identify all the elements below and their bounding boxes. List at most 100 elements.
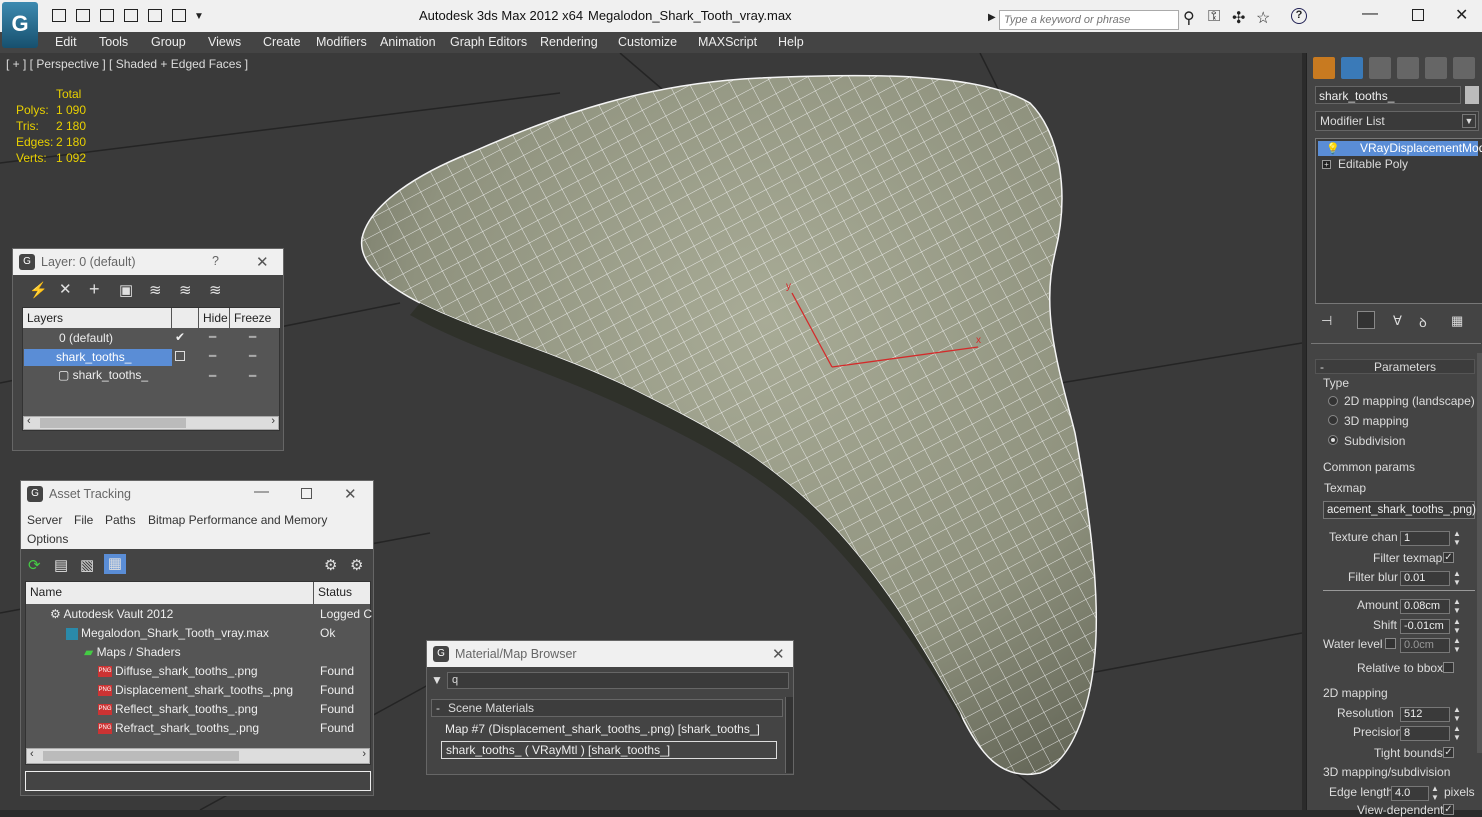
expand-plus-icon[interactable]: + xyxy=(1322,160,1331,169)
binoculars-icon[interactable]: ⚲ xyxy=(1183,8,1195,28)
scene-materials-group[interactable]: - Scene Materials xyxy=(431,699,783,717)
create-layer-icon[interactable]: ⚡ xyxy=(29,281,48,299)
display-tab-icon[interactable] xyxy=(1425,57,1447,79)
vault-settings-icon[interactable]: ⚙ xyxy=(350,556,363,574)
add-to-layer-icon[interactable]: + xyxy=(89,279,100,300)
menu-tools[interactable]: Tools xyxy=(99,35,128,49)
fetch-icon[interactable] xyxy=(172,9,186,22)
configure-modifier-icon[interactable]: ▦ xyxy=(1451,313,1463,329)
show-end-result-icon[interactable] xyxy=(1357,311,1375,329)
create-tab-icon[interactable] xyxy=(1313,57,1335,79)
object-name-field[interactable]: shark_tooths_ xyxy=(1315,86,1461,104)
asset-menu-bitmap[interactable]: Bitmap Performance and Memory xyxy=(148,513,327,527)
asset-list[interactable]: Name Status ⚙ Autodesk Vault 2012 Logged… xyxy=(25,581,372,765)
amount-input[interactable]: 0.08cm xyxy=(1400,599,1450,614)
asset-row-displacement[interactable]: PNG Displacement_shark_tooths_.png xyxy=(98,683,293,697)
radio-subdivision[interactable] xyxy=(1328,435,1338,445)
water-level-input[interactable]: 0.0cm xyxy=(1400,638,1450,653)
shift-input[interactable]: -0.01cm xyxy=(1400,619,1450,634)
texture-chan-spinner[interactable]: ▲ ▼ xyxy=(1453,529,1461,547)
lightbulb-icon[interactable]: 💡 xyxy=(1326,142,1340,155)
water-level-spinner[interactable]: ▲ ▼ xyxy=(1453,636,1461,654)
amount-spinner[interactable]: ▲ ▼ xyxy=(1453,597,1461,615)
utilities-tab-icon[interactable] xyxy=(1453,57,1475,79)
hierarchy-tab-icon[interactable] xyxy=(1369,57,1391,79)
menu-help[interactable]: Help xyxy=(778,35,804,49)
column-name[interactable]: Name xyxy=(26,582,313,604)
close-icon[interactable]: ✕ xyxy=(1455,5,1468,25)
menu-group[interactable]: Group xyxy=(151,35,186,49)
relative-bbox-checkbox[interactable] xyxy=(1443,662,1454,673)
material-item-map7[interactable]: Map #7 (Displacement_shark_tooths_.png) … xyxy=(445,722,760,736)
object-row-shark-tooths[interactable]: ▢ shark_tooths_ xyxy=(58,368,148,382)
menu-animation[interactable]: Animation xyxy=(380,35,436,49)
precision-input[interactable]: 8 xyxy=(1400,726,1450,741)
material-search-input[interactable]: q xyxy=(447,672,789,689)
menu-graph-editors[interactable]: Graph Editors xyxy=(450,35,527,49)
texture-chan-input[interactable]: 1 xyxy=(1400,531,1450,546)
delete-layer-icon[interactable]: ✕ xyxy=(59,280,72,298)
filter-blur-spinner[interactable]: ▲ ▼ xyxy=(1453,569,1461,587)
asset-row-reflect[interactable]: PNG Reflect_shark_tooths_.png xyxy=(98,702,258,716)
menu-create[interactable]: Create xyxy=(263,35,301,49)
asset-path-field[interactable] xyxy=(25,771,371,791)
motion-tab-icon[interactable] xyxy=(1397,57,1419,79)
maximize-icon[interactable] xyxy=(1412,9,1424,21)
menu-maxscript[interactable]: MAXScript xyxy=(698,35,757,49)
asset-horizontal-scrollbar[interactable]: ‹ › xyxy=(26,748,370,764)
remove-modifier-icon[interactable]: ꝺ xyxy=(1419,313,1427,331)
shift-spinner[interactable]: ▲ ▼ xyxy=(1453,617,1461,635)
radio-3d-mapping[interactable] xyxy=(1328,415,1338,425)
browser-options-icon[interactable]: ▼ xyxy=(431,673,443,687)
menu-customize[interactable]: Customize xyxy=(618,35,677,49)
radio-2d-mapping[interactable] xyxy=(1328,396,1338,406)
asset-row-refract[interactable]: PNG Refract_shark_tooths_.png xyxy=(98,721,259,735)
modifier-stack[interactable]: VRayDisplacementMod 💡 Editable Poly + xyxy=(1315,138,1482,304)
asset-row-maps-shaders[interactable]: ▰ Maps / Shaders xyxy=(84,645,181,659)
asset-row-diffuse[interactable]: PNG Diffuse_shark_tooths_.png xyxy=(98,664,258,678)
stack-item-editable-poly[interactable]: Editable Poly xyxy=(1318,157,1478,172)
modify-tab-icon[interactable] xyxy=(1341,57,1363,79)
filter-texmap-checkbox[interactable]: ✓ xyxy=(1443,552,1454,563)
communication-icon[interactable]: ✣ xyxy=(1232,8,1245,28)
help-icon[interactable]: ? xyxy=(1291,8,1307,24)
pin-stack-icon[interactable]: ⊣ xyxy=(1321,313,1332,329)
menu-modifiers[interactable]: Modifiers xyxy=(316,35,367,49)
tight-bounds-checkbox[interactable]: ✓ xyxy=(1443,747,1454,758)
hold-icon[interactable] xyxy=(148,9,162,22)
asset-row-vault[interactable]: ⚙ Autodesk Vault 2012 xyxy=(50,607,173,621)
material-vertical-scrollbar[interactable] xyxy=(785,697,793,773)
quickaccess-dropdown-icon[interactable]: ▼ xyxy=(194,11,204,22)
redo-icon[interactable] xyxy=(124,9,138,22)
list-view-icon[interactable]: ▤ xyxy=(54,556,68,574)
search-input[interactable] xyxy=(999,10,1179,30)
minimize-icon[interactable]: — xyxy=(1362,5,1378,23)
asset-menu-options[interactable]: Options xyxy=(27,532,68,546)
menu-views[interactable]: Views xyxy=(208,35,241,49)
precision-spinner[interactable]: ▲ ▼ xyxy=(1453,724,1461,742)
refresh-icon[interactable]: ⟳ xyxy=(28,556,41,574)
highlight-layer-icon[interactable]: ≋ xyxy=(149,281,162,299)
resolution-spinner[interactable]: ▲ ▼ xyxy=(1453,705,1461,723)
column-freeze[interactable]: Freeze xyxy=(230,308,280,328)
layer-row-shark-tooths[interactable]: shark_tooths_ xyxy=(24,349,172,366)
texmap-button[interactable]: acement_shark_tooths_.png) xyxy=(1323,501,1476,519)
asset-menu-file[interactable]: File xyxy=(74,513,93,527)
freeze-all-icon[interactable]: ≋ xyxy=(209,281,222,299)
viewport-label[interactable]: [ + ] [ Perspective ] [ Shaded + Edged F… xyxy=(6,57,248,71)
minimize-icon[interactable]: — xyxy=(254,483,269,500)
water-level-checkbox[interactable] xyxy=(1385,638,1396,649)
hide-all-icon[interactable]: ≋ xyxy=(179,281,192,299)
expand-search-icon[interactable]: ▶ xyxy=(988,12,996,23)
layer-horizontal-scrollbar[interactable]: ‹ › xyxy=(23,415,279,430)
chevron-down-icon[interactable]: ▼ xyxy=(1462,114,1476,128)
material-item-shark-tooths[interactable]: shark_tooths_ ( VRayMtl ) [shark_tooths_… xyxy=(441,741,777,759)
edge-length-input[interactable]: 4.0 xyxy=(1391,786,1429,801)
material-browser-titlebar[interactable]: G Material/Map Browser ✕ xyxy=(427,641,793,667)
layer-row-default[interactable]: 0 (default) ✔ ━ ━ xyxy=(41,330,271,348)
make-unique-icon[interactable]: ∀ xyxy=(1393,313,1402,329)
close-icon[interactable]: ✕ xyxy=(772,645,785,663)
column-hide[interactable]: Hide xyxy=(199,308,229,328)
table-view-icon[interactable]: ▦ xyxy=(104,554,126,574)
select-objects-icon[interactable]: ▣ xyxy=(119,281,133,299)
